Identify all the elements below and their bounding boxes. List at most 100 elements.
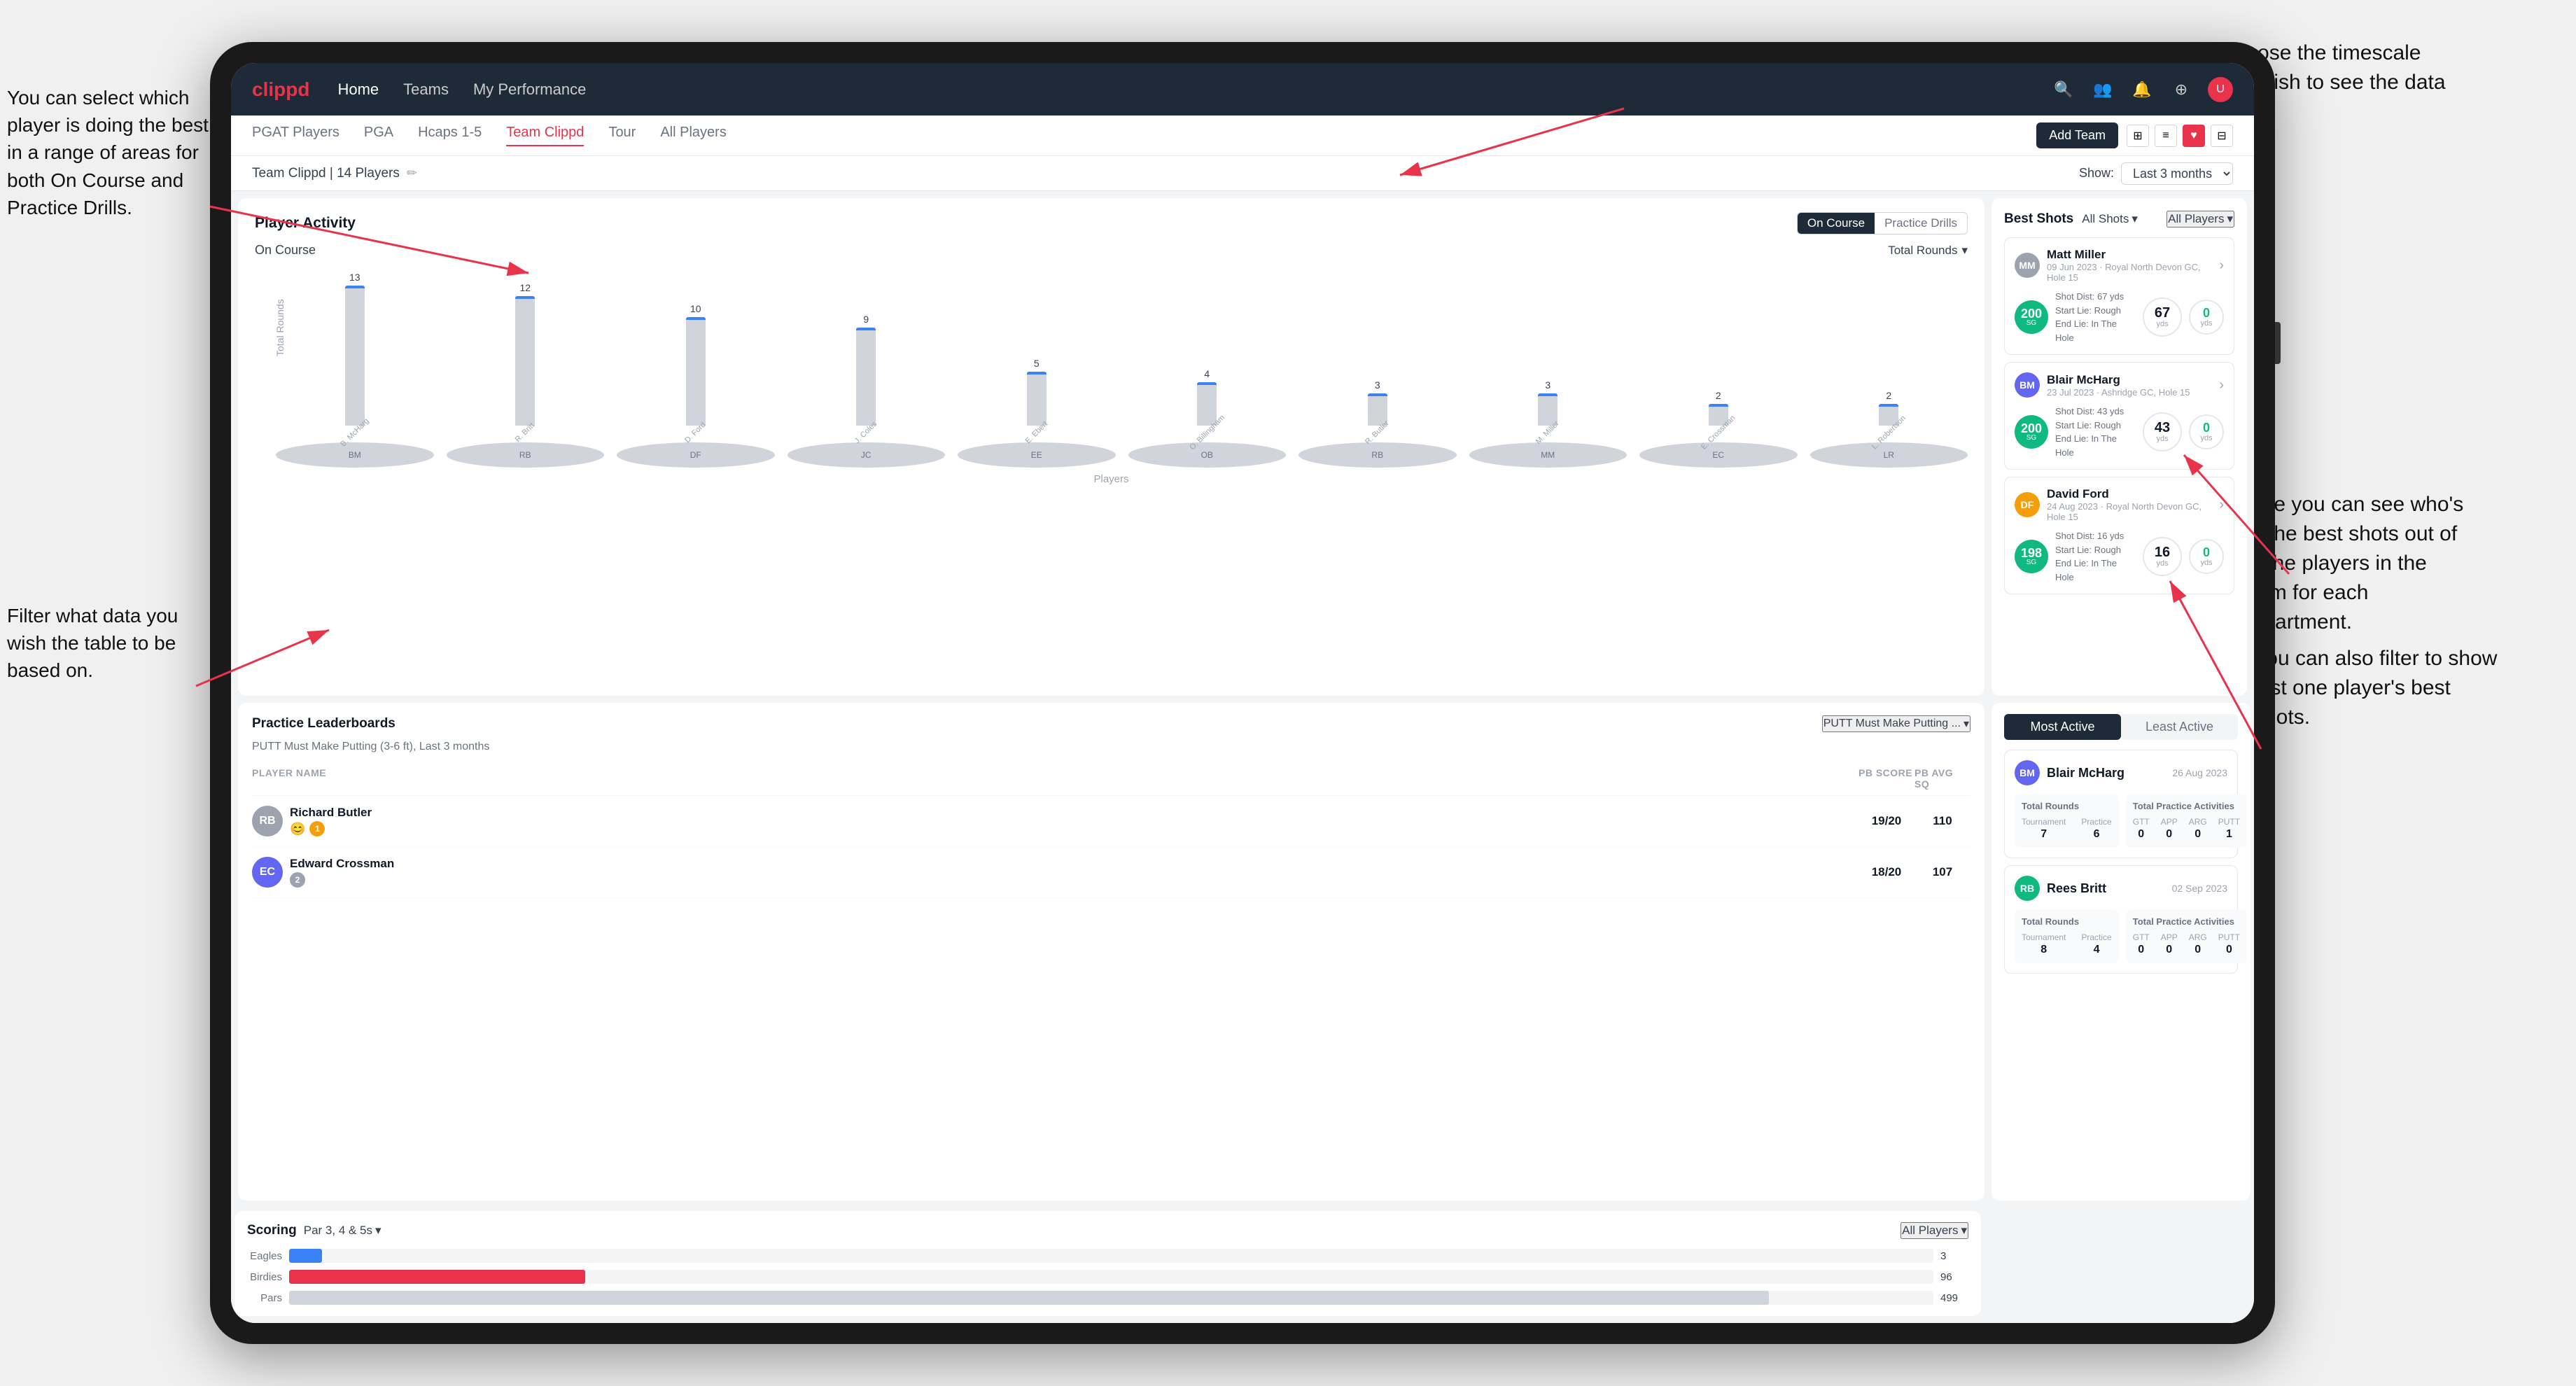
list-view-icon[interactable]: ≡ xyxy=(2155,125,2177,147)
shot-badge-label-1: SG xyxy=(2026,435,2036,442)
scoring-value-pars: 499 xyxy=(1940,1292,1968,1304)
shot-player-name-0: Matt Miller xyxy=(2047,248,2219,262)
bar-value-9: 2 xyxy=(1886,390,1891,401)
shot-dist-unit-0: yds xyxy=(2156,320,2168,328)
scoring-players-chevron: ▾ xyxy=(1961,1224,1967,1238)
on-course-toggle[interactable]: On Course xyxy=(1798,213,1875,234)
scoring-filter-dropdown[interactable]: Par 3, 4 & 5s ▾ xyxy=(304,1224,382,1238)
scoring-label-pars: Pars xyxy=(247,1292,282,1304)
users-icon[interactable]: 👥 xyxy=(2090,77,2115,102)
active-activities-row-1: GTT 0 APP 0 ARG 0 xyxy=(2133,932,2240,956)
active-stats-grid-1: Total Rounds Tournament 8 Practice 4 xyxy=(2015,909,2227,963)
plus-circle-icon[interactable]: ⊕ xyxy=(2169,77,2194,102)
tournament-val-0: 7 xyxy=(2040,828,2047,841)
app-label-0: APP xyxy=(2161,817,2178,827)
scoring-filter-label: Par 3, 4 & 5s xyxy=(304,1224,372,1238)
shot-dist-num-1: 43 xyxy=(2155,421,2170,435)
players-dropdown-chevron: ▾ xyxy=(2227,212,2233,226)
shot-dist-badge-2: 16 yds xyxy=(2143,537,2182,576)
nav-bar: clippd Home Teams My Performance 🔍 👥 🔔 ⊕… xyxy=(231,63,2254,115)
scoring-bar-birdies xyxy=(289,1270,585,1284)
shot-chevron-2[interactable]: › xyxy=(2219,497,2224,513)
grid-view-icon[interactable]: ⊞ xyxy=(2127,125,2149,147)
nav-links: Home Teams My Performance xyxy=(337,80,2051,99)
shot-zero-badge-2: 0 yds xyxy=(2189,539,2224,574)
shot-player-details-1: 23 Jul 2023 · Ashridge GC, Hole 15 xyxy=(2047,387,2190,398)
bar-group-9: 2 L. Robertson xyxy=(1810,390,1968,437)
practice-val-0: 6 xyxy=(2094,828,2100,841)
chart-filter-label: Total Rounds xyxy=(1888,244,1957,258)
most-active-tab[interactable]: Most Active xyxy=(2004,714,2121,740)
shot-stats-row-2: 198 SG Shot Dist: 16 ydsStart Lie: Rough… xyxy=(2015,529,2224,584)
timescale-select[interactable]: Last 3 months Last 6 months Last year xyxy=(2121,162,2233,185)
practice-dropdown[interactable]: PUTT Must Make Putting ... ▾ xyxy=(1822,715,1970,732)
players-dropdown[interactable]: All Players ▾ xyxy=(2166,211,2234,227)
active-activities-title-1: Total Practice Activities xyxy=(2133,916,2240,927)
least-active-tab[interactable]: Least Active xyxy=(2121,714,2238,740)
scoring-label-birdies: Birdies xyxy=(247,1271,282,1283)
shot-player-details-0: 09 Jun 2023 · Royal North Devon GC, Hole… xyxy=(2047,262,2219,283)
search-icon[interactable]: 🔍 xyxy=(2051,77,2076,102)
nav-link-performance[interactable]: My Performance xyxy=(473,80,586,99)
tab-bar: PGAT Players PGA Hcaps 1-5 Team Clippd T… xyxy=(231,115,2254,156)
tab-team-clippd[interactable]: Team Clippd xyxy=(506,125,584,146)
rank-badge-0: 1 xyxy=(309,821,325,836)
chart-filter[interactable]: Total Rounds ▾ xyxy=(1888,244,1968,258)
view-icons: ⊞ ≡ ♥ ⊟ xyxy=(2127,125,2233,147)
nav-link-teams[interactable]: Teams xyxy=(403,80,449,99)
bar-group-6: 3 R. Butler xyxy=(1298,379,1457,437)
chart-filter-chevron: ▾ xyxy=(1961,244,1968,258)
bell-icon[interactable]: 🔔 xyxy=(2129,77,2155,102)
tab-hcaps[interactable]: Hcaps 1-5 xyxy=(418,125,482,146)
card-view-icon[interactable]: ♥ xyxy=(2183,125,2205,147)
shot-chevron-0[interactable]: › xyxy=(2219,258,2224,274)
edit-icon[interactable]: ✏ xyxy=(407,166,417,181)
bar-group-4: 5 E. Ebert xyxy=(958,358,1116,437)
tab-tour[interactable]: Tour xyxy=(608,125,636,146)
shot-dist-num-0: 67 xyxy=(2155,306,2170,320)
shot-stats-row-1: 200 SG Shot Dist: 43 ydsStart Lie: Rough… xyxy=(2015,405,2224,459)
shot-info-0: Shot Dist: 67 ydsStart Lie: RoughEnd Lie… xyxy=(2055,290,2136,344)
bar-value-8: 2 xyxy=(1716,390,1721,401)
bar-group-3: 9 J. Coles xyxy=(788,314,946,437)
shot-avatar-2: DF xyxy=(2015,492,2040,517)
shot-chevron-1[interactable]: › xyxy=(2219,377,2224,393)
bar-value-3: 9 xyxy=(863,314,869,325)
app-val-0: 0 xyxy=(2166,828,2172,841)
arg-label-1: ARG xyxy=(2189,932,2207,942)
annotation-best-shots: Here you can see who's hit the best shot… xyxy=(2240,490,2478,637)
scoring-value-eagles: 3 xyxy=(1940,1250,1968,1262)
tab-pgat-players[interactable]: PGAT Players xyxy=(252,125,340,146)
tablet-screen: clippd Home Teams My Performance 🔍 👥 🔔 ⊕… xyxy=(231,63,2254,1323)
scoring-players-dropdown[interactable]: All Players ▾ xyxy=(1900,1222,1968,1239)
practice-player-info-0: Richard Butler 😊 1 xyxy=(290,806,372,836)
shot-avatar-1: BM xyxy=(2015,372,2040,398)
shots-filter-dropdown[interactable]: All Shots ▾ xyxy=(2082,212,2138,226)
shot-avatar-0: MM xyxy=(2015,253,2040,278)
nav-link-home[interactable]: Home xyxy=(337,80,379,99)
scoring-row-eagles: Eagles 3 xyxy=(247,1249,1968,1263)
detail-view-icon[interactable]: ⊟ xyxy=(2211,125,2233,147)
tab-all-players[interactable]: All Players xyxy=(660,125,726,146)
sub-header: Team Clippd | 14 Players ✏ Show: Last 3 … xyxy=(231,156,2254,191)
practice-dropdown-label: PUTT Must Make Putting ... xyxy=(1823,718,1961,730)
tab-pga[interactable]: PGA xyxy=(364,125,393,146)
add-team-button[interactable]: Add Team xyxy=(2036,122,2118,148)
shot-badge-num-1: 200 xyxy=(2021,422,2042,435)
tablet-side-button xyxy=(2275,322,2281,364)
practice-drills-toggle[interactable]: Practice Drills xyxy=(1875,213,1967,234)
active-activities-title-0: Total Practice Activities xyxy=(2133,801,2240,811)
arg-val-0: 0 xyxy=(2194,828,2201,841)
practice-label-0: Practice xyxy=(2081,817,2111,827)
on-course-label: On Course xyxy=(255,243,316,258)
annotation-filter: Filter what data you wish the table to b… xyxy=(7,602,203,685)
active-player-name-1: Rees Britt xyxy=(2047,881,2106,896)
user-avatar[interactable]: U xyxy=(2208,77,2233,102)
shot-badge-2: 198 SG xyxy=(2015,540,2048,573)
activity-toggle: On Course Practice Drills xyxy=(1797,212,1968,234)
tournament-label-0: Tournament xyxy=(2022,817,2066,827)
nav-logo: clippd xyxy=(252,78,309,101)
bar-avatar-8: EC xyxy=(1639,442,1798,468)
bar-avatar-9: LR xyxy=(1810,442,1968,468)
putt-label-1: PUTT xyxy=(2218,932,2240,942)
